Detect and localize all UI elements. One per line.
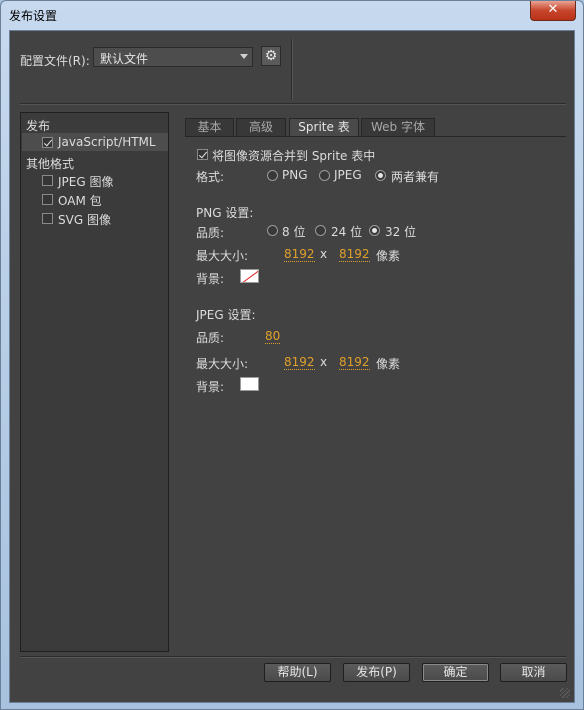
cancel-button[interactable]: 取消 <box>500 663 567 682</box>
close-button[interactable]: ✕ <box>530 1 576 21</box>
oam-checkbox[interactable] <box>42 194 53 205</box>
png-quality-label: 品质: <box>196 226 225 240</box>
jpeg-background-label: 背景: <box>196 380 225 394</box>
format-label: 格式: <box>196 170 225 184</box>
jpeg-maxsize-label: 最大大小: <box>196 357 249 371</box>
svg-label[interactable]: SVG 图像 <box>58 211 111 228</box>
javascript-html-checkbox[interactable] <box>42 137 53 148</box>
format-both-label: 两者兼有 <box>391 170 440 184</box>
jpeg-height-field[interactable]: 8192 <box>339 356 370 370</box>
png-8bit-radio[interactable] <box>267 225 278 236</box>
jpeg-width-field[interactable]: 8192 <box>284 356 315 370</box>
format-png-radio[interactable] <box>267 170 278 181</box>
profile-label: 配置文件(R): <box>20 54 90 68</box>
target-list: 发布 JavaScript/HTML 其他格式 JPEG 图像 OAM 包 SV… <box>20 112 169 652</box>
dialog-body: 配置文件(R): 默认文件 ⚙ 发布 JavaScript/HTML 其他格式 … <box>9 30 575 703</box>
oam-label[interactable]: OAM 包 <box>58 192 102 209</box>
png-height-field[interactable]: 8192 <box>339 248 370 262</box>
bottom-divider <box>20 656 566 657</box>
other-formats-header: 其他格式 <box>26 157 75 171</box>
tab-web-fonts[interactable]: Web 字体 <box>361 118 435 136</box>
window-title: 发布设置 <box>9 9 58 23</box>
png-size-unit: 像素 <box>376 249 401 263</box>
ok-button[interactable]: 确定 <box>422 663 489 682</box>
jpeg-size-unit: 像素 <box>376 357 401 371</box>
png-24bit-label: 24 位 <box>331 225 363 239</box>
jpeg-checkbox[interactable] <box>42 175 53 186</box>
help-button[interactable]: 帮助(L) <box>264 663 331 682</box>
merge-sprite-label: 将图像资源合并到 Sprite 表中 <box>212 149 376 163</box>
jpeg-settings-header: JPEG 设置: <box>196 308 256 322</box>
png-32bit-radio[interactable] <box>369 225 380 236</box>
title-bar[interactable]: 发布设置 ✕ <box>1 1 583 29</box>
tab-basic[interactable]: 基本 <box>185 118 234 136</box>
profile-value: 默认文件 <box>100 52 149 66</box>
tab-advanced[interactable]: 高级 <box>236 118 286 136</box>
format-jpeg-radio[interactable] <box>319 170 330 181</box>
top-divider <box>20 103 566 104</box>
png-32bit-label: 32 位 <box>385 225 417 239</box>
profile-select[interactable]: 默认文件 <box>93 47 253 67</box>
png-settings-header: PNG 设置: <box>196 206 254 220</box>
tab-sprite-sheet[interactable]: Sprite 表 <box>289 118 359 137</box>
jpeg-quality-field[interactable]: 80 <box>265 330 281 344</box>
chevron-down-icon <box>240 54 248 59</box>
jpeg-size-x: x <box>320 355 328 369</box>
png-background-swatch[interactable] <box>240 269 259 283</box>
merge-sprite-checkbox[interactable] <box>197 149 208 160</box>
png-24bit-radio[interactable] <box>315 225 326 236</box>
jpeg-background-swatch[interactable] <box>240 377 259 391</box>
tab-underline <box>185 136 566 137</box>
format-png-label: PNG <box>282 168 308 182</box>
publish-header: 发布 <box>26 119 51 133</box>
close-icon: ✕ <box>547 2 559 17</box>
jpeg-label[interactable]: JPEG 图像 <box>58 173 113 190</box>
png-maxsize-label: 最大大小: <box>196 249 249 263</box>
png-background-label: 背景: <box>196 272 225 286</box>
format-both-radio[interactable] <box>375 170 386 181</box>
publish-button[interactable]: 发布(P) <box>343 663 410 682</box>
png-8bit-label: 8 位 <box>282 225 306 239</box>
javascript-html-label: JavaScript/HTML <box>58 135 156 149</box>
gear-icon: ⚙ <box>264 48 278 64</box>
png-width-field[interactable]: 8192 <box>284 248 315 262</box>
vertical-divider <box>291 39 292 99</box>
jpeg-quality-label: 品质: <box>196 331 225 345</box>
resize-grip[interactable] <box>560 688 570 698</box>
publish-settings-window: 发布设置 ✕ 配置文件(R): 默认文件 ⚙ 发布 JavaScript/HTM… <box>0 0 584 710</box>
profile-options-button[interactable]: ⚙ <box>261 46 281 66</box>
svg-checkbox[interactable] <box>42 213 53 224</box>
format-jpeg-label: JPEG <box>334 168 362 182</box>
png-size-x: x <box>320 247 328 261</box>
